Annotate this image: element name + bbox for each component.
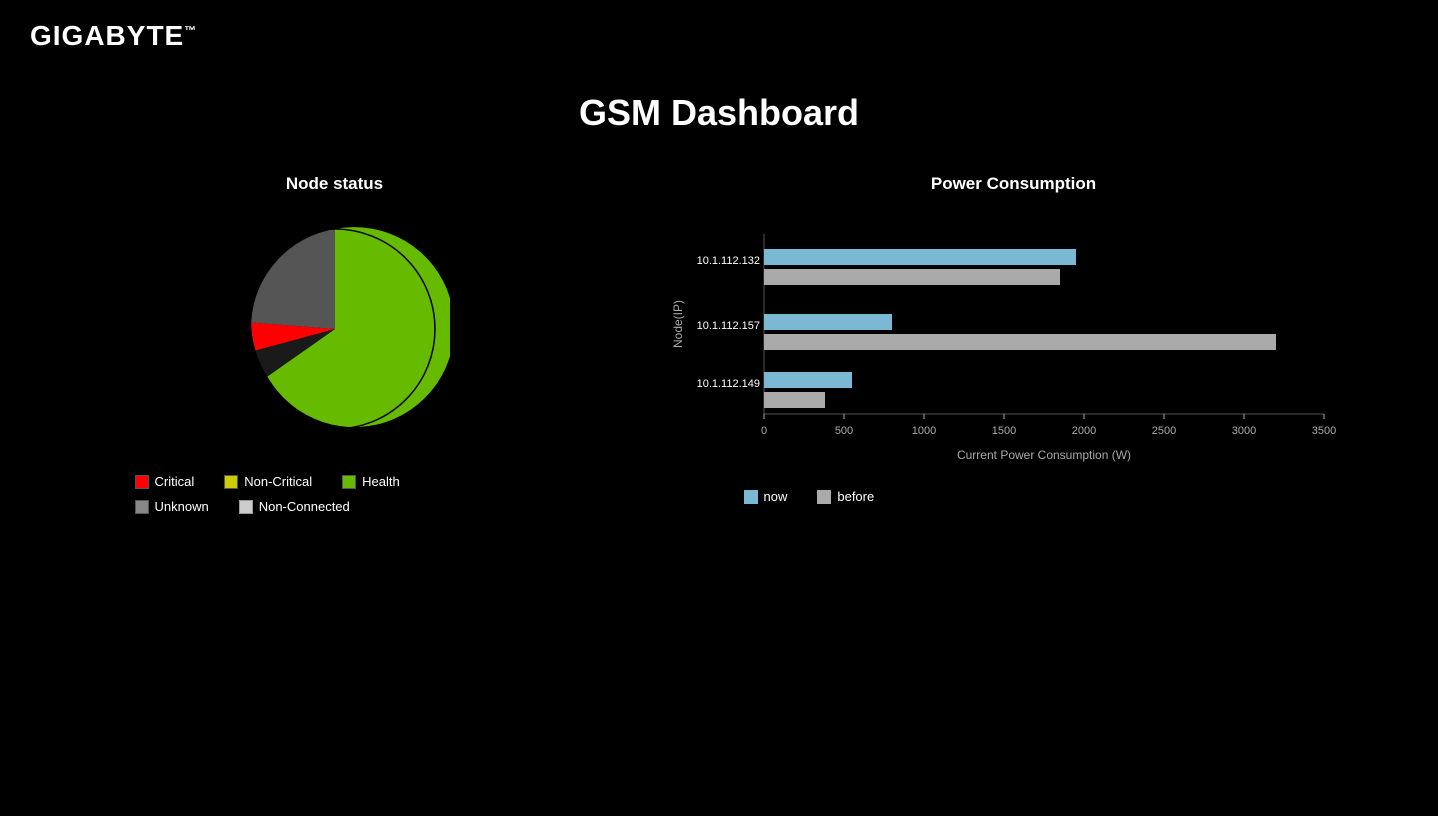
pie-chart-container [75,214,595,444]
legend-row-1: Critical Non-Critical Health [135,474,595,489]
legend-noncritical: Non-Critical [224,474,312,489]
svg-text:10.1.112.132: 10.1.112.132 [696,255,759,267]
bar-149-before [764,392,825,408]
bar-legend-box-before [817,490,831,504]
legend-box-health [342,475,356,489]
dashboard-content: Node status [0,174,1438,514]
svg-text:Current Power Consumption (W): Current Power Consumption (W) [956,448,1130,462]
bar-132-before [764,269,1060,285]
node-status-title: Node status [75,174,595,194]
svg-text:2500: 2500 [1151,425,1175,437]
legend-label-critical: Critical [155,474,195,489]
power-consumption-panel: Power Consumption 0 500 [664,174,1364,504]
legend-box-noncritical [224,475,238,489]
svg-text:0: 0 [760,425,766,437]
node-status-panel: Node status [75,174,595,514]
svg-text:1000: 1000 [911,425,935,437]
svg-text:3000: 3000 [1231,425,1255,437]
legend-label-noncritical: Non-Critical [244,474,312,489]
logo-text: GIGABYTE [30,20,184,51]
svg-text:500: 500 [834,425,852,437]
legend-row-2: Unknown Non-Connected [135,499,595,514]
legend-health: Health [342,474,400,489]
bar-legend-label-before: before [837,489,874,504]
page-title: GSM Dashboard [0,92,1438,134]
logo-trademark: ™ [184,24,197,38]
legend-box-unknown [135,500,149,514]
legend-label-health: Health [362,474,400,489]
svg-text:10.1.112.149: 10.1.112.149 [696,378,759,390]
header: GIGABYTE™ [0,0,1438,72]
pie-segment-unknown [251,229,335,329]
legend-label-unknown: Unknown [155,499,209,514]
bar-chart-area: 0 500 1000 1500 2000 2500 3000 [664,214,1344,479]
logo: GIGABYTE™ [30,20,1408,52]
bar-157-before [764,334,1276,350]
bar-157-now [764,314,892,330]
bar-legend-now: now [744,489,788,504]
legend-box-nonconnected [239,500,253,514]
power-consumption-title: Power Consumption [664,174,1364,194]
legend-label-nonconnected: Non-Connected [259,499,350,514]
legend-nonconnected: Non-Connected [239,499,350,514]
pie-legend: Critical Non-Critical Health Unknown [75,474,595,514]
svg-text:2000: 2000 [1071,425,1095,437]
svg-text:1500: 1500 [991,425,1015,437]
pie-chart [220,214,450,444]
bar-chart-svg: 0 500 1000 1500 2000 2500 3000 [664,214,1344,474]
bar-149-now [764,372,852,388]
bar-legend-label-now: now [764,489,788,504]
bar-legend-box-now [744,490,758,504]
legend-unknown: Unknown [135,499,209,514]
bar-chart-legend: now before [664,489,1364,504]
bar-legend-before: before [817,489,874,504]
svg-text:Node(IP): Node(IP) [671,300,685,348]
legend-critical: Critical [135,474,195,489]
svg-text:10.1.112.157: 10.1.112.157 [696,320,759,332]
bar-132-now [764,249,1076,265]
svg-text:3500: 3500 [1311,425,1335,437]
legend-box-critical [135,475,149,489]
